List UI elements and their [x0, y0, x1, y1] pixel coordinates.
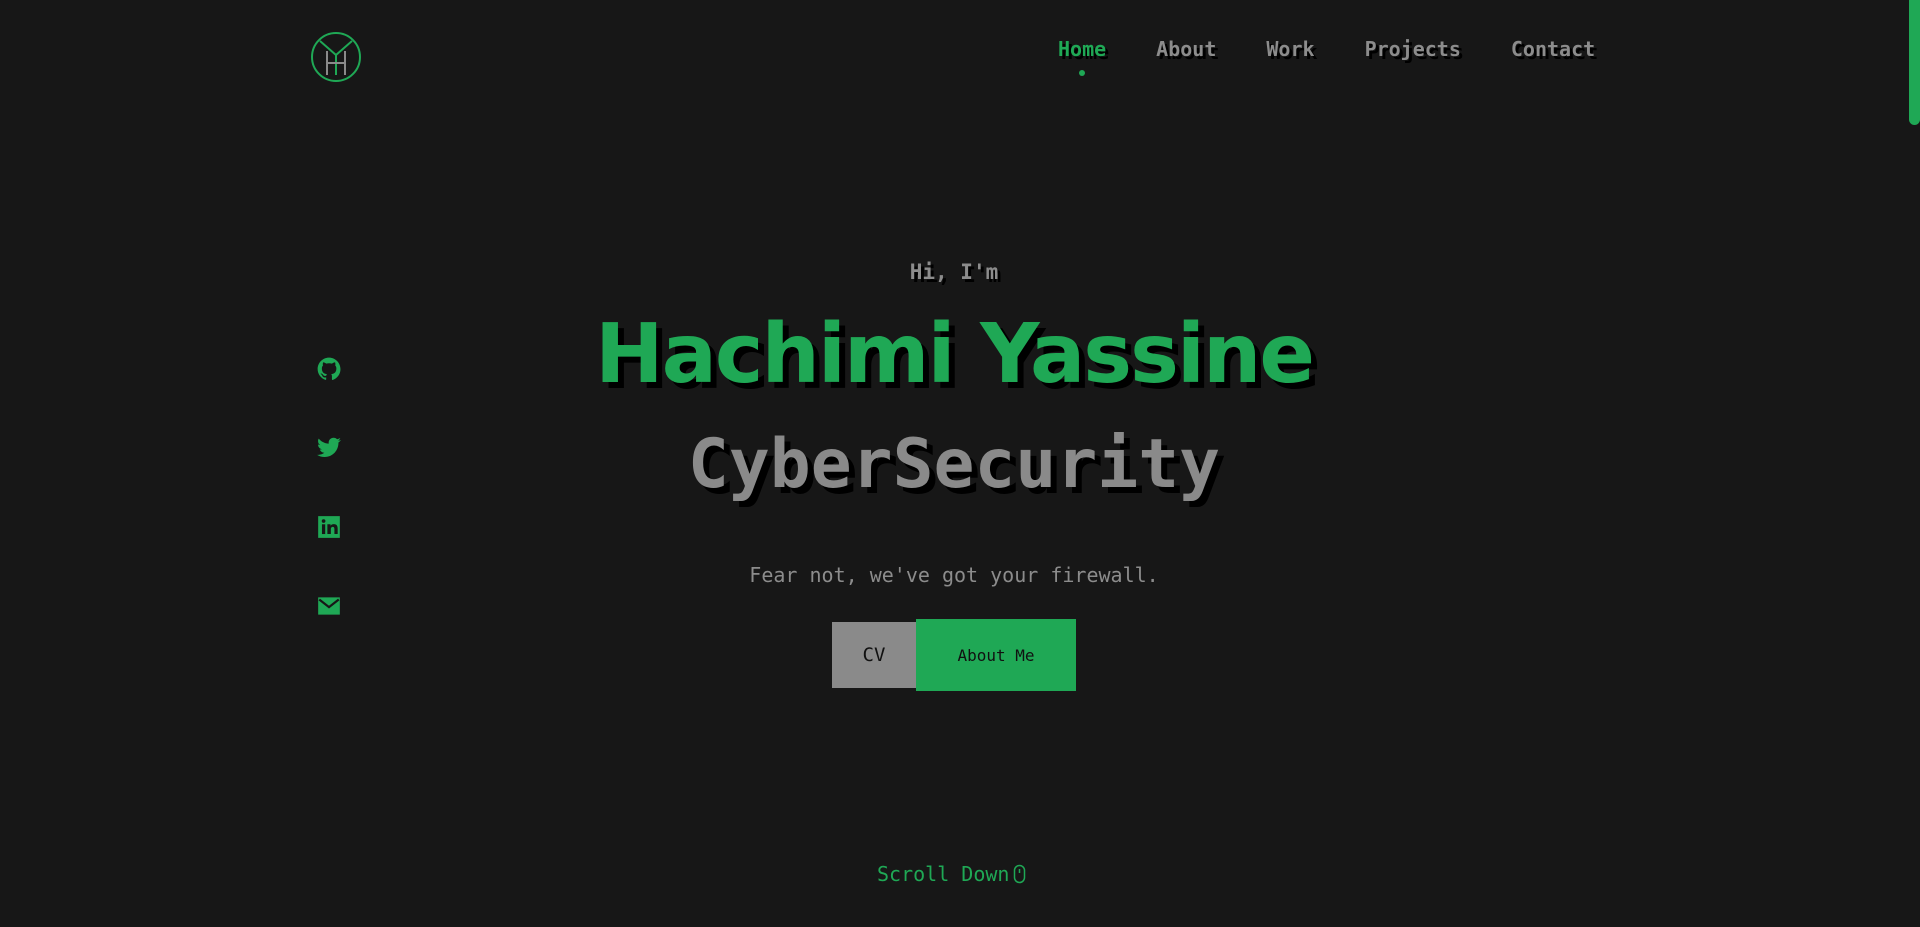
cv-button[interactable]: CV — [832, 622, 916, 688]
scroll-down-link[interactable]: Scroll Down — [877, 862, 1026, 886]
about-me-button[interactable]: About Me — [916, 619, 1076, 691]
scrollbar-thumb[interactable] — [1909, 0, 1920, 125]
mouse-icon — [1014, 864, 1026, 884]
nav-contact[interactable]: Contact — [1511, 36, 1595, 62]
nav-work-label: Work — [1266, 37, 1315, 61]
nav-work[interactable]: Work — [1266, 36, 1314, 62]
nav-home[interactable]: Home — [1058, 36, 1107, 76]
nav-projects-label: Projects — [1364, 37, 1461, 61]
active-indicator-dot — [1079, 70, 1086, 76]
email-icon — [318, 597, 340, 615]
page: Home About Work Projects Contact Hi, I'm… — [0, 0, 1920, 927]
greeting-text: Hi, I'm — [909, 260, 999, 284]
nav-projects[interactable]: Projects — [1365, 36, 1461, 62]
monogram-logo[interactable] — [310, 31, 362, 83]
scroll-down-label: Scroll Down — [877, 862, 1010, 886]
hero-tagline: Fear not, we've got your firewall. — [749, 563, 1159, 587]
hero-name: Hachimi Yassine — [594, 307, 1315, 402]
linkedin-icon — [318, 516, 340, 538]
nav-about-label: About — [1156, 37, 1217, 61]
nav-contact-label: Contact — [1510, 37, 1596, 61]
nav-about[interactable]: About — [1156, 36, 1216, 62]
nav-home-label: Home — [1058, 37, 1107, 61]
linkedin-link[interactable] — [316, 514, 342, 540]
email-link[interactable] — [316, 593, 342, 619]
main-nav: Home About Work Projects Contact — [1058, 36, 1645, 76]
hero-role: CyberSecurity — [687, 425, 1221, 504]
